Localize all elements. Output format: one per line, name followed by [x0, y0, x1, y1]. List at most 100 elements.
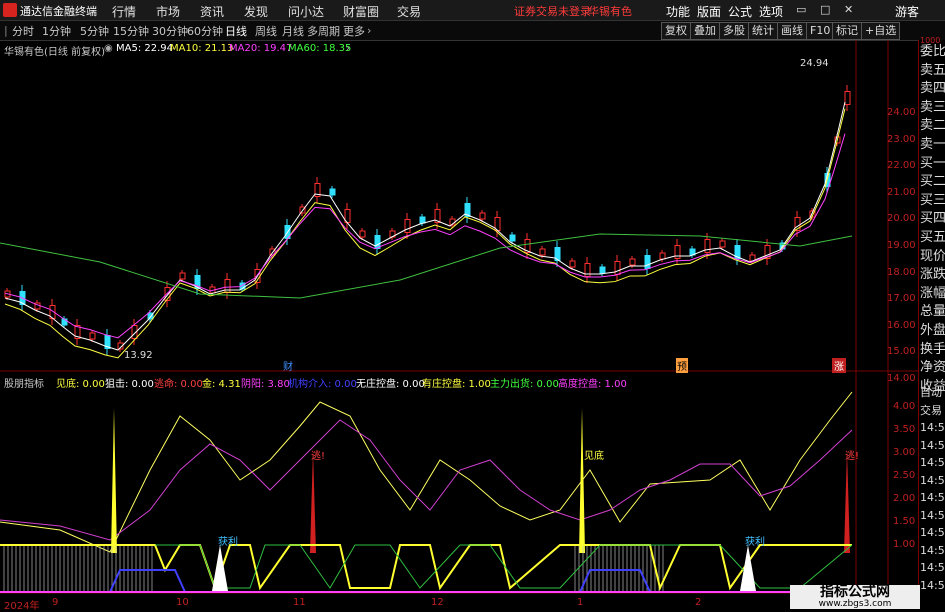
menu-wenxiaoda[interactable]: 问小达: [288, 3, 324, 20]
title-bar: 通达信金融终端 行情 市场 资讯 发现 问小达 财富圈 交易 证券交易未登录 华…: [0, 0, 945, 21]
panel-row: 买一: [920, 155, 945, 171]
window-max-icon[interactable]: □: [820, 3, 830, 16]
indicator-tick: 1.00: [893, 539, 916, 550]
candle-body: [659, 252, 666, 260]
panel-row-lower: 自动: [920, 386, 942, 399]
ind-line-yellow: [0, 391, 853, 553]
price-tick: 18.00: [887, 266, 916, 278]
guest-label[interactable]: 游客: [895, 3, 919, 20]
menu-banmian[interactable]: 版面: [697, 3, 721, 20]
candlestick-series: [4, 85, 851, 355]
fuquan-button[interactable]: 复权: [661, 22, 691, 40]
collapse-icon[interactable]: |: [4, 24, 8, 37]
marker-zhang[interactable]: 涨: [832, 358, 846, 373]
price-tick: 23.00: [887, 133, 916, 145]
candle-body: [404, 219, 411, 233]
stock-name-top: 华锡有色: [588, 5, 632, 18]
tab-5min[interactable]: 5分钟: [80, 23, 109, 39]
price-tick: 20.00: [887, 213, 916, 225]
panel-row-lower: 14:56: [920, 421, 945, 434]
indicator-tick: 2.50: [893, 470, 916, 481]
date-oct: 10: [176, 597, 189, 608]
panel-row: 总量: [920, 304, 945, 320]
moving-average-lines: [0, 101, 853, 359]
f10-button[interactable]: F10: [806, 22, 835, 40]
date-dec: 12: [431, 597, 444, 608]
tab-60min[interactable]: 60分钟: [187, 23, 223, 39]
candle-body: [329, 188, 336, 196]
panel-row: 卖一: [920, 137, 945, 152]
duogu-button[interactable]: 多股: [719, 22, 749, 40]
stock-title: 华锡有色(日线 前复权): [4, 47, 105, 58]
panel-row: 涨幅: [920, 285, 945, 301]
candle-body: [224, 279, 231, 293]
panel-row: 卖五: [920, 62, 945, 78]
indicator-name: 股朋指标: [4, 379, 44, 390]
candle-body: [614, 261, 621, 275]
candle-body: [539, 248, 546, 256]
window-restore-icon[interactable]: ▭: [796, 3, 806, 16]
candle-body: [419, 216, 426, 224]
tab-30min[interactable]: 30分钟: [152, 23, 188, 39]
tab-month[interactable]: 月线: [282, 23, 304, 39]
tab-15min[interactable]: 15分钟: [113, 23, 149, 39]
candle-body: [719, 240, 726, 248]
ind-wuzhuang: 无庄控盘: 0.00: [356, 379, 425, 390]
tab-multi[interactable]: 多周期: [307, 23, 340, 39]
tongji-button[interactable]: 统计: [748, 22, 778, 40]
menu-xuanxiang[interactable]: 选项: [759, 3, 783, 20]
ind-label-tao-1: 逃!: [311, 451, 326, 462]
diejia-button[interactable]: 叠加: [690, 22, 720, 40]
ind-chuhuo: 主力出货: 0.00: [490, 379, 559, 390]
tab-more[interactable]: 更多: [343, 23, 365, 39]
ind-jin: 金: 4.31: [202, 379, 241, 390]
panel-row: 净资: [920, 360, 945, 376]
ma60-value: MA60: 18.35: [288, 43, 352, 54]
menu-gongneng[interactable]: 功能: [666, 3, 690, 20]
panel-row: 卖二: [920, 118, 945, 134]
tab-week[interactable]: 周线: [255, 23, 277, 39]
add-watchlist-button[interactable]: +自选: [861, 22, 901, 40]
menu-gongshi[interactable]: 公式: [728, 3, 752, 20]
candle-body: [644, 255, 651, 269]
huaxian-button[interactable]: 画线: [777, 22, 807, 40]
candle-body: [179, 272, 186, 280]
menu-hangqing[interactable]: 行情: [112, 3, 136, 20]
tab-day[interactable]: 日线: [225, 23, 247, 39]
menu-zixun[interactable]: 资讯: [200, 3, 224, 20]
tab-1min[interactable]: 1分钟: [42, 23, 71, 39]
panel-row-lower: 14:56: [920, 543, 945, 557]
legend-more-icon[interactable]: ›: [346, 43, 350, 54]
indicator-tick: 3.50: [893, 424, 916, 435]
menu-faxian[interactable]: 发现: [244, 3, 268, 20]
price-tick: 16.00: [887, 319, 916, 331]
indicator-tick: 1.50: [893, 516, 916, 527]
price-tick: 17.00: [887, 293, 916, 305]
chart-canvas[interactable]: [0, 40, 918, 609]
watermark: 指标公式网 www.zbgs3.com: [790, 585, 920, 609]
login-warning[interactable]: 证券交易未登录: [514, 3, 591, 19]
panel-row: 委比: [920, 44, 945, 59]
ind-taoming: 逃命: 0.00: [154, 379, 203, 390]
biaoji-button[interactable]: 标记: [832, 22, 862, 40]
low-price-label: 13.92: [124, 350, 153, 361]
indicator-tick: 3.00: [893, 447, 916, 458]
indicator-tick: 4.00: [893, 401, 916, 412]
price-tick: 21.00: [887, 186, 916, 198]
tab-fenshi[interactable]: 分时: [12, 23, 34, 39]
panel-row-lower: 14:56: [920, 578, 945, 592]
date-nov: 11: [293, 597, 306, 608]
panel-row: 买四: [920, 211, 945, 227]
window-close-icon[interactable]: ✕: [844, 3, 853, 16]
menu-jiaoyi[interactable]: 交易: [397, 3, 421, 20]
tao-spike: [310, 450, 316, 553]
marker-yu[interactable]: 预: [676, 358, 688, 373]
panel-row: 买二: [920, 174, 945, 190]
more-chevron-icon[interactable]: ›: [367, 24, 371, 37]
marker-cai[interactable]: 财: [283, 358, 293, 373]
dropdown-icon[interactable]: ◉: [104, 43, 113, 54]
menu-caifuquan[interactable]: 财富圈: [343, 3, 379, 20]
ma10-value: MA10: 21.13: [170, 43, 234, 54]
price-tick: 22.00: [887, 160, 916, 172]
menu-shichang[interactable]: 市场: [156, 3, 180, 20]
